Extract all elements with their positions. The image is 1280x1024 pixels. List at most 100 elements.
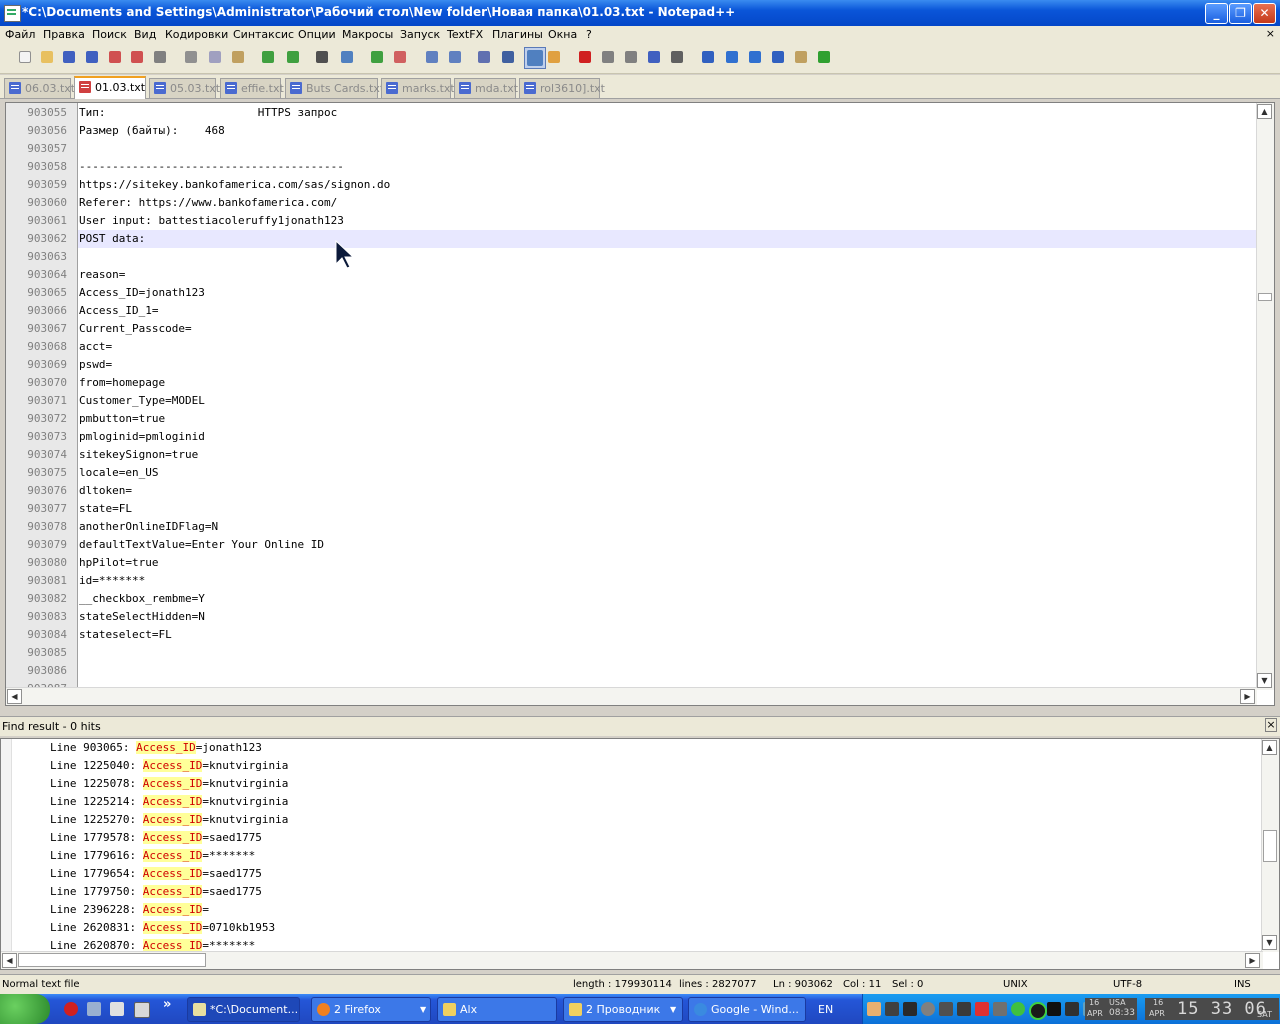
stop-record-icon[interactable] (600, 49, 616, 65)
record-macro-icon[interactable] (577, 49, 593, 65)
cut-icon[interactable] (183, 49, 199, 65)
monitor-icon[interactable] (885, 1002, 899, 1016)
scroll-down-arrow[interactable]: ▼ (1257, 673, 1272, 688)
code-line[interactable]: User input: battestiacoleruffy1jonath123 (79, 212, 344, 230)
show-all-chars-icon[interactable] (500, 49, 516, 65)
tab-rol3610[interactable]: rol3610].txt (519, 78, 605, 98)
hand-icon[interactable] (867, 1002, 881, 1016)
editor-vertical-scrollbar[interactable]: ▲ ▼ (1256, 103, 1274, 690)
code-line[interactable]: pswd= (79, 356, 112, 374)
scroll-thumb[interactable] (1258, 293, 1272, 301)
code-line[interactable]: acct= (79, 338, 112, 356)
find-result-row[interactable]: Line 2620831: Access_ID=0710kb1953 (50, 919, 275, 937)
task-notepadpp[interactable]: *C:\Document... (187, 997, 300, 1022)
find-result-row[interactable]: Line 1225270: Access_ID=knutvirginia (50, 811, 288, 829)
replace-icon[interactable] (339, 49, 355, 65)
code-line[interactable]: __checkbox_rembme=Y (79, 590, 205, 608)
close-all-icon[interactable] (129, 49, 145, 65)
clock-local[interactable]: 16 APR 15 33 06 SAT (1145, 998, 1279, 1020)
code-line[interactable]: anotherOnlineIDFlag=N (79, 518, 218, 536)
code-line[interactable]: hpPilot=true (79, 554, 158, 572)
code-line[interactable]: dltoken= (79, 482, 132, 500)
code-line[interactable]: locale=en_US (79, 464, 158, 482)
save-icon[interactable] (61, 49, 77, 65)
fold-all-icon[interactable] (700, 49, 716, 65)
maximize-button[interactable]: ❐ (1229, 3, 1252, 24)
new-file-icon[interactable] (17, 49, 33, 65)
tab-05-03[interactable]: 05.03.txt (149, 78, 220, 98)
display-icon[interactable] (1065, 1002, 1079, 1016)
tab-marks[interactable]: marks.txt (381, 78, 455, 98)
language-indicator[interactable]: EN (818, 1003, 833, 1016)
code-line[interactable]: Access_ID_1= (79, 302, 158, 320)
code-line[interactable]: state=FL (79, 500, 132, 518)
tool-icon[interactable] (993, 1002, 1007, 1016)
tools-icon[interactable] (793, 49, 809, 65)
menu-search[interactable]: Поиск (92, 28, 127, 41)
redo-icon[interactable] (285, 49, 301, 65)
code-line[interactable]: Customer_Type=MODEL (79, 392, 205, 410)
black-box-icon[interactable] (1047, 1002, 1061, 1016)
task-ie-google[interactable]: Google - Wind... (688, 997, 806, 1022)
service-icon[interactable] (921, 1002, 935, 1016)
find-result-panel[interactable]: Line 903065: Access_ID=jonath123 Line 122… (0, 738, 1280, 970)
run-macro-multiple-icon[interactable] (646, 49, 662, 65)
code-line[interactable]: pmloginid=pmloginid (79, 428, 205, 446)
tab-mda[interactable]: mda.txt (454, 78, 518, 98)
code-line[interactable]: POST data: (79, 230, 145, 248)
close-icon[interactable] (107, 49, 123, 65)
spell-check-icon[interactable] (816, 49, 832, 65)
scroll-up-arrow[interactable]: ▲ (1262, 740, 1277, 755)
clock-usa[interactable]: 16 USA APR 08:33 (1085, 998, 1137, 1020)
scroll-down-arrow[interactable]: ▼ (1262, 935, 1277, 950)
user-lang-icon[interactable] (546, 49, 562, 65)
play-macro-icon[interactable] (623, 49, 639, 65)
find-icon[interactable] (314, 49, 330, 65)
console-icon[interactable] (134, 1002, 150, 1018)
menu-help[interactable]: ? (586, 28, 592, 41)
find-result-close-button[interactable]: × (1265, 718, 1277, 732)
print-icon[interactable] (152, 49, 168, 65)
find-result-row[interactable]: Line 1225040: Access_ID=knutvirginia (50, 757, 288, 775)
menu-window[interactable]: Окна (548, 28, 577, 41)
open-file-icon[interactable] (39, 49, 55, 65)
code-line[interactable]: id=******* (79, 572, 145, 590)
menu-edit[interactable]: Правка (43, 28, 85, 41)
antivirus-icon[interactable] (975, 1002, 989, 1016)
copy-icon[interactable] (207, 49, 223, 65)
find-horizontal-scrollbar[interactable]: ◀ ▶ (1, 951, 1263, 969)
save-macro-icon[interactable] (669, 49, 685, 65)
menu-run[interactable]: Запуск (400, 28, 440, 41)
find-result-row[interactable]: Line 1779578: Access_ID=saed1775 (50, 829, 262, 847)
menu-close-icon[interactable]: × (1266, 27, 1275, 40)
network-icon[interactable] (903, 1002, 917, 1016)
sync-vertical-icon[interactable] (424, 49, 440, 65)
scroll-left-arrow[interactable]: ◀ (2, 953, 17, 968)
down-icon[interactable] (747, 49, 763, 65)
menu-plugins[interactable]: Плагины (492, 28, 543, 41)
find-result-row[interactable]: Line 1225214: Access_ID=knutvirginia (50, 793, 288, 811)
find-result-row[interactable]: Line 1779750: Access_ID=saed1775 (50, 883, 262, 901)
code-line[interactable]: Тип: HTTPS запрос (79, 104, 337, 122)
title-bar[interactable]: *C:\Documents and Settings\Administrator… (0, 0, 1280, 26)
paste-icon[interactable] (230, 49, 246, 65)
task-alx-folder[interactable]: Alx (437, 997, 557, 1022)
scroll-thumb[interactable] (1263, 830, 1277, 862)
editor-pane[interactable]: 903055 903056 903057 903058 903059 903060 9030… (5, 102, 1275, 706)
code-line[interactable]: Access_ID=jonath123 (79, 284, 205, 302)
volume-icon[interactable] (957, 1002, 971, 1016)
scroll-left-arrow[interactable]: ◀ (7, 689, 22, 704)
tab-06-03[interactable]: 06.03.txt (4, 78, 75, 98)
code-line[interactable]: pmbutton=true (79, 410, 165, 428)
menu-encoding[interactable]: Кодировки (165, 28, 228, 41)
scroll-right-arrow[interactable]: ▶ (1240, 689, 1255, 704)
unfold-all-icon[interactable] (770, 49, 786, 65)
opera-icon[interactable] (64, 1002, 78, 1016)
task-explorer[interactable]: 2 Проводник ▼ (563, 997, 683, 1022)
up-icon[interactable] (724, 49, 740, 65)
cube-icon[interactable] (87, 1002, 101, 1016)
code-line[interactable]: reason= (79, 266, 125, 284)
code-line[interactable]: stateselect=FL (79, 626, 172, 644)
tab-01-03[interactable]: 01.03.txt (74, 76, 146, 99)
find-vertical-scrollbar[interactable]: ▲ ▼ (1261, 739, 1279, 952)
